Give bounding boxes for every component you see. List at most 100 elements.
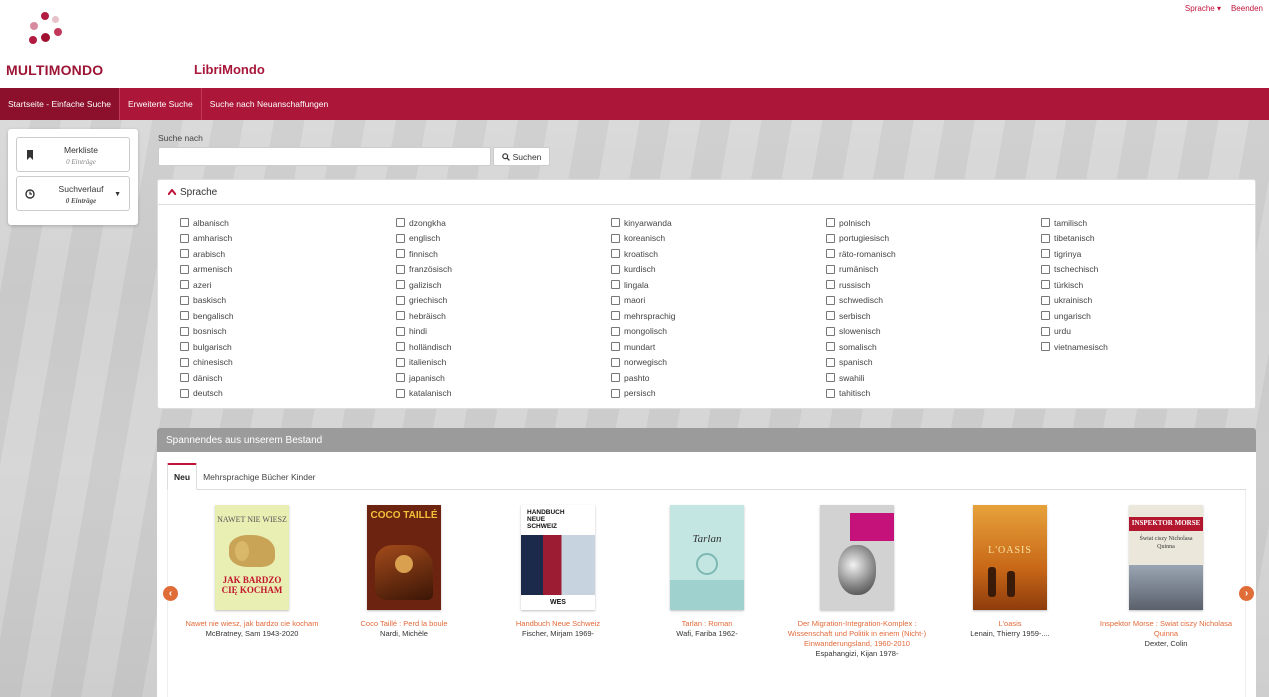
language-option[interactable]: slowenisch xyxy=(826,324,1026,340)
language-checkbox[interactable] xyxy=(611,264,620,274)
language-checkbox[interactable] xyxy=(611,373,620,383)
language-option[interactable]: räto-romanisch xyxy=(826,246,1026,262)
language-option[interactable]: somalisch xyxy=(826,339,1026,355)
language-checkbox[interactable] xyxy=(180,342,189,352)
language-checkbox[interactable] xyxy=(611,311,620,321)
nav-new-acquisitions[interactable]: Suche nach Neuanschaffungen xyxy=(200,88,336,120)
carousel-next-button[interactable]: › xyxy=(1239,586,1254,601)
language-option[interactable]: tahitisch xyxy=(826,386,1026,402)
language-option[interactable]: bulgarisch xyxy=(180,339,380,355)
language-checkbox[interactable] xyxy=(180,249,189,259)
language-option[interactable]: armenisch xyxy=(180,262,380,278)
book-title[interactable]: Handbuch Neue Schweiz xyxy=(488,619,628,629)
language-option[interactable]: dzongkha xyxy=(396,215,596,231)
language-option[interactable]: kroatisch xyxy=(611,246,811,262)
book-title[interactable]: Inspektor Morse : Swiat ciszy Nicholasa … xyxy=(1096,619,1236,639)
language-option[interactable]: spanisch xyxy=(826,355,1026,371)
nav-advanced-search[interactable]: Erweiterte Suche xyxy=(119,88,201,120)
search-history-box[interactable]: Suchverlauf 0 Einträge ▼ xyxy=(16,176,130,211)
language-checkbox[interactable] xyxy=(396,280,405,290)
language-checkbox[interactable] xyxy=(396,295,405,305)
language-checkbox[interactable] xyxy=(396,264,405,274)
book-card[interactable]: COCO TAILLÉ Coco Taillé : Perd la boule … xyxy=(334,505,474,639)
language-option[interactable]: türkisch xyxy=(1041,277,1241,293)
language-option[interactable]: lingala xyxy=(611,277,811,293)
language-option[interactable]: griechisch xyxy=(396,293,596,309)
language-checkbox[interactable] xyxy=(1041,311,1050,321)
search-input[interactable] xyxy=(158,147,491,166)
language-checkbox[interactable] xyxy=(180,373,189,383)
language-option[interactable]: japanisch xyxy=(396,370,596,386)
language-checkbox[interactable] xyxy=(396,357,405,367)
language-checkbox[interactable] xyxy=(1041,218,1050,228)
language-checkbox[interactable] xyxy=(396,218,405,228)
language-option[interactable]: russisch xyxy=(826,277,1026,293)
language-checkbox[interactable] xyxy=(1041,233,1050,243)
language-checkbox[interactable] xyxy=(611,249,620,259)
language-checkbox[interactable] xyxy=(826,357,835,367)
language-option[interactable]: bengalisch xyxy=(180,308,380,324)
language-option[interactable]: katalanisch xyxy=(396,386,596,402)
language-checkbox[interactable] xyxy=(1041,295,1050,305)
language-checkbox[interactable] xyxy=(180,295,189,305)
language-checkbox[interactable] xyxy=(826,233,835,243)
language-checkbox[interactable] xyxy=(611,388,620,398)
multimondo-logo[interactable]: MULTIMONDO xyxy=(6,12,146,82)
language-option[interactable]: deutsch xyxy=(180,386,380,402)
language-checkbox[interactable] xyxy=(1041,264,1050,274)
nav-simple-search[interactable]: Startseite - Einfache Suche xyxy=(0,88,120,120)
language-option[interactable]: baskisch xyxy=(180,293,380,309)
language-option[interactable]: swahili xyxy=(826,370,1026,386)
book-card[interactable]: Der Migration-Integration-Komplex : Wiss… xyxy=(787,505,927,659)
language-option[interactable]: azeri xyxy=(180,277,380,293)
language-checkbox[interactable] xyxy=(180,388,189,398)
language-checkbox[interactable] xyxy=(1041,280,1050,290)
language-option[interactable]: hebräisch xyxy=(396,308,596,324)
language-option[interactable]: portugiesisch xyxy=(826,231,1026,247)
book-card[interactable]: L'OASIS L'oasis Lenain, Thierry 1959-...… xyxy=(940,505,1080,639)
language-option[interactable]: mundart xyxy=(611,339,811,355)
language-menu[interactable]: Sprache ▾ xyxy=(1185,4,1221,13)
language-checkbox[interactable] xyxy=(180,280,189,290)
language-option[interactable]: schwedisch xyxy=(826,293,1026,309)
language-option[interactable]: mongolisch xyxy=(611,324,811,340)
language-checkbox[interactable] xyxy=(611,326,620,336)
language-option[interactable]: ungarisch xyxy=(1041,308,1241,324)
tab-multilingual-children[interactable]: Mehrsprachige Bücher Kinder xyxy=(197,463,321,490)
language-checkbox[interactable] xyxy=(180,357,189,367)
language-option[interactable]: norwegisch xyxy=(611,355,811,371)
language-checkbox[interactable] xyxy=(611,233,620,243)
language-option[interactable]: vietnamesisch xyxy=(1041,339,1241,355)
language-option[interactable]: tibetanisch xyxy=(1041,231,1241,247)
language-option[interactable]: dänisch xyxy=(180,370,380,386)
language-option[interactable]: amharisch xyxy=(180,231,380,247)
carousel-prev-button[interactable]: ‹ xyxy=(163,586,178,601)
book-title[interactable]: Coco Taillé : Perd la boule xyxy=(334,619,474,629)
book-title[interactable]: Nawet nie wiesz, jak bardzo cie kocham xyxy=(182,619,322,629)
language-option[interactable]: pashto xyxy=(611,370,811,386)
language-checkbox[interactable] xyxy=(1041,342,1050,352)
tab-new[interactable]: Neu xyxy=(167,463,198,490)
language-option[interactable]: finnisch xyxy=(396,246,596,262)
language-checkbox[interactable] xyxy=(826,311,835,321)
book-card[interactable]: NAWET NIE WIESZ JAK BARDZO CIĘ KOCHAM Na… xyxy=(182,505,322,639)
language-option[interactable]: albanisch xyxy=(180,215,380,231)
language-option[interactable]: persisch xyxy=(611,386,811,402)
language-checkbox[interactable] xyxy=(826,249,835,259)
language-option[interactable]: holländisch xyxy=(396,339,596,355)
book-title[interactable]: Tarlan : Roman xyxy=(637,619,777,629)
language-option[interactable]: englisch xyxy=(396,231,596,247)
language-option[interactable]: bosnisch xyxy=(180,324,380,340)
book-card[interactable]: INSPEKTOR MORSE Świat ciszy Nicholasa Qu… xyxy=(1096,505,1236,649)
language-checkbox[interactable] xyxy=(826,295,835,305)
language-checkbox[interactable] xyxy=(1041,326,1050,336)
book-title[interactable]: Der Migration-Integration-Komplex : Wiss… xyxy=(787,619,927,649)
book-card[interactable]: Tarlan Tarlan : Roman Wafi, Fariba 1962- xyxy=(637,505,777,639)
language-checkbox[interactable] xyxy=(180,233,189,243)
language-checkbox[interactable] xyxy=(826,342,835,352)
language-checkbox[interactable] xyxy=(826,326,835,336)
language-checkbox[interactable] xyxy=(1041,249,1050,259)
caret-down-icon[interactable]: ▼ xyxy=(114,191,121,198)
language-option[interactable]: polnisch xyxy=(826,215,1026,231)
language-checkbox[interactable] xyxy=(396,388,405,398)
